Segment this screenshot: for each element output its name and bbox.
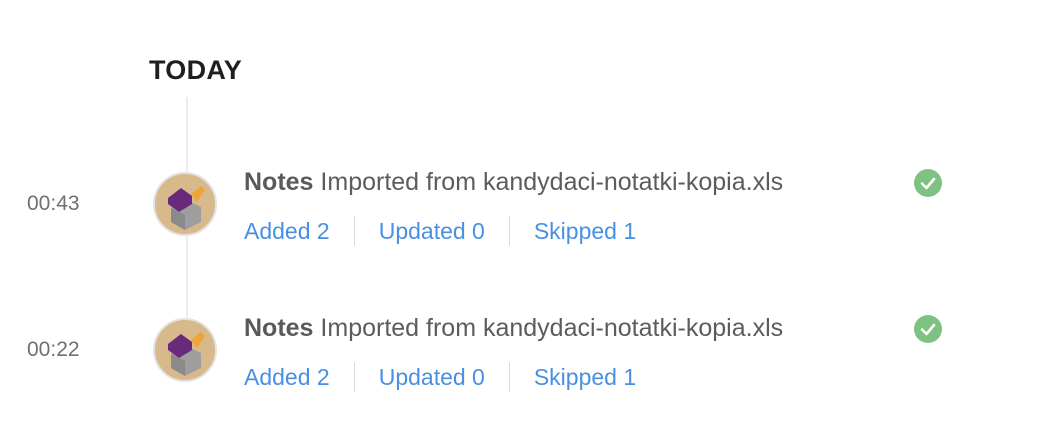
entry-label: Notes [244, 314, 314, 342]
timeline-entry: 00:22 Notes Imported from kandydaci-nota… [0, 286, 1044, 396]
check-circle-icon [914, 169, 942, 197]
import-box-icon [153, 172, 217, 236]
entry-message: Imported from kandydaci-notatki-kopia.xl… [320, 168, 784, 196]
skipped-link[interactable]: Skipped 1 [534, 364, 636, 391]
timeline-entry: 00:43 Notes Imported from kandydaci-nota… [0, 140, 1044, 250]
entry-label: Notes [244, 168, 314, 196]
skipped-link[interactable]: Skipped 1 [534, 218, 636, 245]
import-stats: Added 2 Updated 0 Skipped 1 [244, 362, 636, 392]
divider [508, 216, 510, 246]
divider [353, 216, 355, 246]
entry-title: Notes Imported from kandydaci-notatki-ko… [244, 168, 783, 197]
import-stats: Added 2 Updated 0 Skipped 1 [244, 216, 636, 246]
updated-link[interactable]: Updated 0 [379, 218, 485, 245]
updated-link[interactable]: Updated 0 [379, 364, 485, 391]
divider [508, 362, 510, 392]
import-box-icon [153, 318, 217, 382]
section-title-today: TODAY [149, 55, 243, 85]
added-link[interactable]: Added 2 [244, 218, 330, 245]
entry-title: Notes Imported from kandydaci-notatki-ko… [244, 314, 783, 343]
entry-time: 00:43 [27, 192, 80, 215]
entry-message: Imported from kandydaci-notatki-kopia.xl… [320, 314, 784, 342]
added-link[interactable]: Added 2 [244, 364, 330, 391]
check-circle-icon [914, 315, 942, 343]
entry-time: 00:22 [27, 338, 80, 361]
divider [353, 362, 355, 392]
